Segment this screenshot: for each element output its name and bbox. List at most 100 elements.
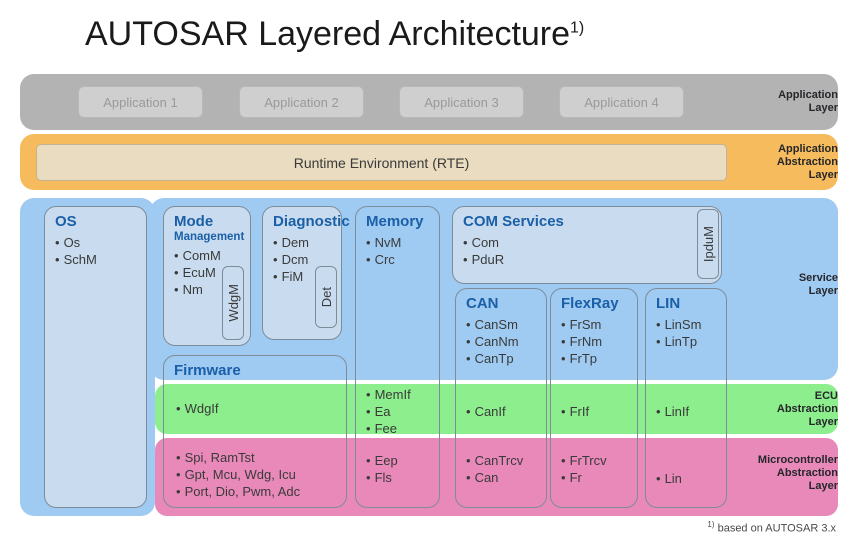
flexray-mcal-item: Fr [561,469,607,486]
service-layer-label-line1: Service [798,272,838,284]
flexray-ecu-item-list: FrIf [561,403,590,420]
microcontroller-abstraction-layer-label: Microcontroller Abstraction Layer [728,454,838,493]
application-box-4-label: Application 4 [584,94,659,110]
os-item-list: Os SchM [55,234,136,268]
memory-mcal-item: Fls [366,469,398,486]
can-ecu-item-list: CanIf [466,403,506,420]
firmware-mcal-item: Gpt, Mcu, Wdg, Icu [176,466,300,483]
can-service-item: CanNm [466,333,536,350]
memory-service-item-list: NvM Crc [366,234,429,268]
flexray-service-item: FrTp [561,350,627,367]
title-footnote-marker: 1) [570,19,585,37]
can-mcal-item-list: CanTrcv Can [466,452,524,486]
flexray-service-item: FrSm [561,316,627,333]
page-title: AUTOSAR Layered Architecture1) [85,15,584,54]
service-layer-label: Service Layer [752,272,838,298]
ecu-abstraction-label-line1: ECU [814,390,838,402]
app-abstraction-label-line2: Abstraction [776,156,838,168]
diagnostic-item: Dem [273,234,331,251]
page-title-text: AUTOSAR Layered Architecture [85,15,571,53]
footnote: 1) based on AUTOSAR 3.x [707,520,836,535]
ecu-abstraction-label-line2: Abstraction [776,403,838,415]
rte-box[interactable]: Runtime Environment (RTE) [36,144,727,181]
mcal-label-line3: Layer [808,480,838,492]
application-layer-label-line2: Layer [808,102,838,114]
application-layer-label: Application Layer [752,89,838,115]
com-services-item: Com [463,234,711,251]
lin-service-item-list: LinSm LinTp [656,316,716,350]
firmware-ecu-item-list: WdgIf [176,400,219,417]
rte-label: Runtime Environment (RTE) [293,154,470,171]
flexray-ecu-item: FrIf [561,403,590,420]
memory-ecu-item: Ea [366,403,411,420]
flexray-service-item-list: FrSm FrNm FrTp [561,316,627,367]
flexray-mcal-item-list: FrTrcv Fr [561,452,607,486]
application-box-2[interactable]: Application 2 [239,86,364,118]
mode-title: Mode [174,213,214,230]
application-abstraction-layer-label: Application Abstraction Layer [752,143,838,182]
os-title: OS [55,213,77,230]
mcal-label-line2: Abstraction [776,467,838,479]
mcal-label-line1: Microcontroller [757,454,838,466]
mode-subtitle: Management [174,231,245,243]
lin-title: LIN [656,295,681,312]
can-title: CAN [466,295,499,312]
application-box-2-label: Application 2 [264,94,339,110]
app-abstraction-label-line3: Layer [808,169,838,181]
ipdum-label: IpduM [700,225,716,263]
lin-mcal-item: Lin [656,470,682,487]
can-service-item: CanTp [466,350,536,367]
application-box-3-label: Application 3 [424,94,499,110]
os-item: SchM [55,251,136,268]
can-ecu-item: CanIf [466,403,506,420]
lin-service-item: LinSm [656,316,716,333]
det-label: Det [318,286,334,308]
firmware-mcal-item: Port, Dio, Pwm, Adc [176,483,301,500]
memory-mcal-item-list: Eep Fls [366,452,398,486]
wdgm-vertical-box[interactable]: WdgM [222,266,244,340]
can-mcal-item: Can [466,469,523,486]
lin-ecu-item: LinIf [656,403,690,420]
firmware-ecu-item: WdgIf [176,400,219,417]
application-box-1-label: Application 1 [103,94,178,110]
can-service-item: CanSm [466,316,536,333]
memory-ecu-item: Fee [366,420,411,437]
application-box-4[interactable]: Application 4 [559,86,684,118]
app-abstraction-label-line1: Application [778,143,838,155]
det-vertical-box[interactable]: Det [315,266,337,328]
flexray-service-item: FrNm [561,333,627,350]
footnote-marker: 1) [707,520,715,529]
memory-title: Memory [366,213,424,230]
ecu-abstraction-layer-label: ECU Abstraction Layer [752,390,838,429]
lin-mcal-item-list: Lin [656,470,682,487]
firmware-mcal-item: Spi, RamTst [176,449,300,466]
os-module-box[interactable]: OS Os SchM [44,206,147,508]
can-service-item-list: CanSm CanNm CanTp [466,316,536,367]
diagnostic-title: Diagnostic [273,213,350,230]
service-layer-label-line2: Layer [808,285,838,297]
memory-service-item: NvM [366,234,429,251]
can-mcal-item: CanTrcv [466,452,524,469]
firmware-mcal-item-list: Spi, RamTst Gpt, Mcu, Wdg, Icu Port, Dio… [176,449,301,500]
wdgm-label: WdgM [225,284,241,322]
com-services-title: COM Services [463,213,564,230]
flexray-title: FlexRay [561,295,619,312]
memory-ecu-item: MemIf [366,386,411,403]
ipdum-vertical-box[interactable]: IpduM [697,209,719,279]
lin-service-item: LinTp [656,333,716,350]
memory-service-item: Crc [366,251,429,268]
application-box-3[interactable]: Application 3 [399,86,524,118]
com-services-item: PduR [463,251,711,268]
footnote-text: based on AUTOSAR 3.x [717,522,836,535]
com-services-module-box[interactable]: COM Services Com PduR [452,206,722,284]
lin-ecu-item-list: LinIf [656,403,690,420]
com-services-item-list: Com PduR [463,234,711,268]
os-item: Os [55,234,136,251]
application-layer-label-line1: Application [778,89,838,101]
ecu-abstraction-label-line3: Layer [808,416,838,428]
memory-mcal-item: Eep [366,452,398,469]
memory-ecu-item-list: MemIf Ea Fee [366,386,411,437]
diagram-canvas: AUTOSAR Layered Architecture1) Applicati… [0,0,850,558]
mode-item: ComM [174,247,240,264]
application-box-1[interactable]: Application 1 [78,86,203,118]
